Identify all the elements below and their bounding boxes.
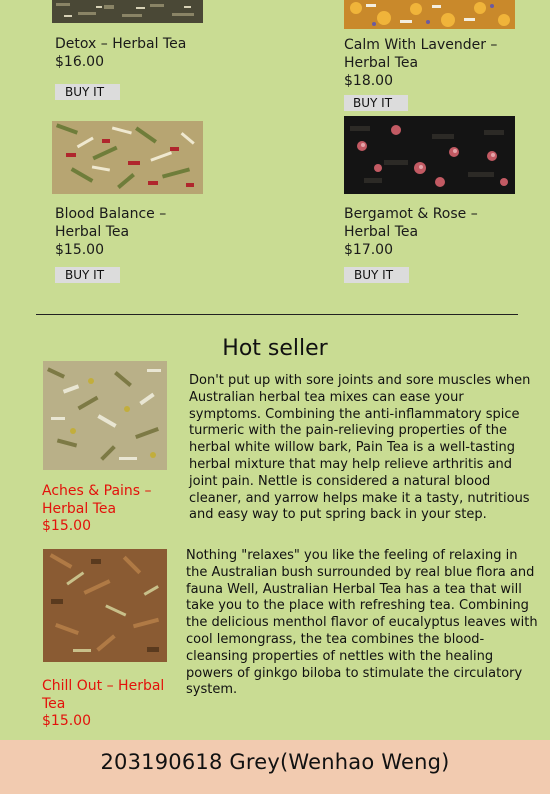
bergamot-rose-tea-image xyxy=(344,116,515,194)
section-divider xyxy=(36,314,518,315)
footer-text: 203190618 Grey(Wenhao Weng) xyxy=(100,750,450,774)
product-name: Calm With Lavender – Herbal Tea xyxy=(344,37,498,71)
product-price: $18.00 xyxy=(344,73,393,89)
detox-tea-image xyxy=(52,0,203,23)
hot-seller-description: Nothing "relaxes" you like the feeling o… xyxy=(186,548,538,698)
aches-pains-tea-image xyxy=(43,361,167,470)
buy-it-button[interactable]: BUY IT xyxy=(55,84,121,100)
product-name: Bergamot & Rose – Herbal Tea xyxy=(344,206,478,240)
buy-it-button[interactable]: BUY IT xyxy=(344,95,409,111)
product-price: $16.00 xyxy=(55,54,104,70)
footer: 203190618 Grey(Wenhao Weng) xyxy=(0,740,550,794)
hot-seller-description: Don't put up with sore joints and sore m… xyxy=(189,373,531,523)
chill-out-tea-image xyxy=(43,549,167,662)
hot-seller-name: Aches & Pains – Herbal Tea xyxy=(42,483,152,517)
hot-seller-name: Chill Out – Herbal Tea xyxy=(42,678,165,712)
hot-seller-title: Hot seller xyxy=(222,336,328,361)
blood-balance-tea-image xyxy=(52,121,203,194)
lavender-tea-image xyxy=(344,0,515,29)
product-name: Blood Balance – Herbal Tea xyxy=(55,206,167,240)
buy-it-button[interactable]: BUY IT xyxy=(344,267,410,283)
product-price: $17.00 xyxy=(344,242,393,258)
product-name: Detox – Herbal Tea xyxy=(55,36,187,52)
hot-seller-price: $15.00 xyxy=(42,518,91,534)
product-price: $15.00 xyxy=(55,242,104,258)
buy-it-button[interactable]: BUY IT xyxy=(55,267,121,283)
hot-seller-price: $15.00 xyxy=(42,713,91,729)
